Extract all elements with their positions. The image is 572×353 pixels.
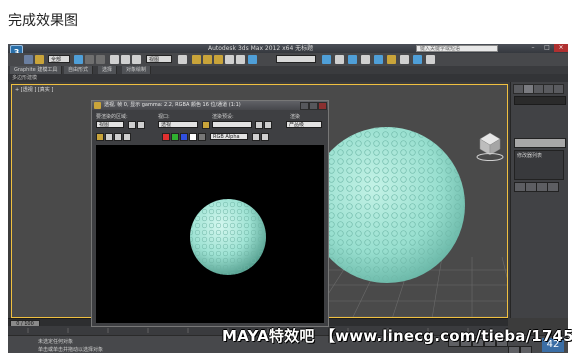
render-window-title: 透视, 帧 0, 显示 gamma: 2.2, RGBA 颜色 16 位/通道 …	[92, 101, 328, 110]
render-window-icon	[94, 102, 101, 109]
blue-channel-icon[interactable]	[180, 133, 188, 141]
render-last-icon[interactable]	[426, 55, 435, 64]
curve-editor-icon[interactable]	[335, 55, 344, 64]
new-file-icon[interactable]	[24, 55, 33, 64]
red-channel-icon[interactable]	[162, 133, 170, 141]
lock-viewport-icon[interactable]	[202, 121, 210, 129]
render-label: 渲染	[290, 114, 301, 120]
pivot-icon[interactable]	[178, 55, 187, 64]
environment-small-icon[interactable]	[264, 121, 272, 129]
close-button[interactable]: ×	[554, 44, 568, 52]
render-mode-dropdown[interactable]: 产品级	[286, 121, 322, 128]
tab-graphite[interactable]: Graphite 建模工具	[10, 66, 63, 74]
green-channel-icon[interactable]	[171, 133, 179, 141]
select-region-icon[interactable]	[85, 55, 94, 64]
render-production-icon[interactable]	[387, 55, 396, 64]
toggle-ui-icon[interactable]	[261, 133, 269, 141]
render-canvas	[96, 145, 324, 323]
render-setup-small-icon[interactable]	[255, 121, 263, 129]
view-dropdown[interactable]: 视图	[146, 55, 172, 63]
open-file-icon[interactable]	[35, 55, 44, 64]
select-icon[interactable]	[74, 55, 83, 64]
alpha-channel-icon[interactable]	[189, 133, 197, 141]
rendered-frame-icon[interactable]	[374, 55, 383, 64]
edit-region-icon[interactable]	[128, 121, 136, 129]
auto-region-icon[interactable]	[137, 121, 145, 129]
preset-label: 渲染预设:	[212, 114, 234, 120]
preset-dropdown[interactable]	[212, 121, 252, 128]
viewport-label-render: 视口:	[158, 114, 170, 120]
render-setup-icon[interactable]	[361, 55, 370, 64]
main-toolbar: 全部 视图	[8, 53, 568, 67]
area-dropdown[interactable]: 视图	[96, 121, 124, 128]
mirror-icon[interactable]	[225, 55, 234, 64]
clear-icon[interactable]	[123, 133, 131, 141]
schematic-view-icon[interactable]	[322, 55, 331, 64]
render-icon[interactable]	[413, 55, 422, 64]
window-crossing-icon[interactable]	[96, 55, 105, 64]
undo-dropdown[interactable]: 全部	[48, 55, 70, 63]
object-name-field[interactable]	[514, 96, 566, 105]
render-maximize-button[interactable]	[309, 102, 318, 110]
environment-icon[interactable]	[400, 55, 409, 64]
rendered-image	[190, 199, 266, 275]
display-tab-icon[interactable]	[553, 84, 564, 94]
modifier-list[interactable]: 修改器列表	[514, 150, 564, 180]
tab-selection[interactable]: 选择	[98, 66, 118, 74]
caption: 完成效果图	[8, 13, 78, 29]
zoom-icon[interactable]	[508, 346, 520, 353]
rendered-frame-window: 透视, 帧 0, 显示 gamma: 2.2, RGBA 颜色 16 位/通道 …	[91, 100, 329, 327]
toggle-ui-overlay-icon[interactable]	[252, 133, 260, 141]
viewcube-icon	[476, 132, 504, 161]
render-minimize-button[interactable]	[300, 102, 309, 110]
search-input[interactable]: 键入关键字或短语	[416, 45, 498, 52]
pan-icon[interactable]	[520, 346, 532, 353]
save-image-icon[interactable]	[96, 133, 104, 141]
material-editor-icon[interactable]	[348, 55, 357, 64]
status-line-1: 未选定任何对象	[38, 339, 74, 345]
layer-icon[interactable]	[248, 55, 257, 64]
remove-modifier-icon[interactable]	[547, 182, 559, 192]
align-icon[interactable]	[236, 55, 245, 64]
viewport-dropdown[interactable]: 透视	[158, 121, 198, 128]
tab-object-paint[interactable]: 对象绘制	[122, 66, 152, 74]
move-icon[interactable]	[110, 55, 119, 64]
maximize-button[interactable]: □	[540, 44, 554, 52]
title-bar: 3 Autodesk 3ds Max 2012 x64 无标题 键入关键字或短语…	[8, 44, 568, 60]
channel-dropdown[interactable]: RGB Alpha	[210, 133, 248, 140]
area-label: 要渲染的区域:	[96, 114, 128, 120]
status-line-2: 单击或单击并拖动以选择对象	[38, 347, 104, 353]
percent-snap-icon[interactable]	[214, 55, 223, 64]
clone-window-icon[interactable]	[114, 133, 122, 141]
snap-icon[interactable]	[192, 55, 201, 64]
minimize-button[interactable]: –	[526, 44, 540, 52]
ribbon-sub-label: 多边形建模	[8, 74, 568, 82]
angle-snap-icon[interactable]	[203, 55, 212, 64]
scale-icon[interactable]	[132, 55, 141, 64]
tab-freeform[interactable]: 自由形式	[64, 66, 94, 74]
command-panel: 修改器列表	[510, 82, 568, 318]
render-window-title-text: 透视, 帧 0, 显示 gamma: 2.2, RGBA 颜色 16 位/通道 …	[104, 102, 241, 108]
object-color-swatch[interactable]	[514, 138, 566, 148]
copy-image-icon[interactable]	[105, 133, 113, 141]
selection-set-dropdown[interactable]	[276, 55, 316, 63]
window-title: Autodesk 3ds Max 2012 x64 无标题	[208, 45, 314, 52]
rotate-icon[interactable]	[121, 55, 130, 64]
monochrome-icon[interactable]	[198, 133, 206, 141]
render-close-button[interactable]	[318, 102, 327, 110]
watermark: MAYA特效吧 【www.linecg.com/tieba/1745】	[222, 327, 572, 345]
